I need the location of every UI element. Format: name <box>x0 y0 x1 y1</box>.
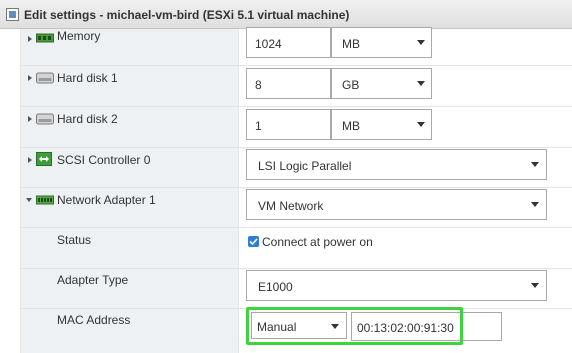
chevron-down-icon <box>530 279 540 289</box>
hard-disk-2-label-cell: Hard disk 2 <box>21 107 239 147</box>
network-adapter-label: Network Adapter 1 <box>57 193 156 207</box>
adapter-type-value: E1000 <box>258 280 293 294</box>
connect-at-power-on-label[interactable]: Connect at power on <box>262 235 373 249</box>
checkmark-icon <box>249 238 258 246</box>
chevron-down-icon <box>530 198 540 208</box>
hard-disk-2-label: Hard disk 2 <box>57 112 118 126</box>
network-value: VM Network <box>258 199 324 213</box>
mac-address-highlight <box>246 307 463 345</box>
expand-caret-icon[interactable] <box>25 72 35 82</box>
adapter-type-select[interactable]: E1000 <box>246 270 547 301</box>
adapter-type-label: Adapter Type <box>57 273 129 287</box>
settings-panel: Memory 1024 MB Hard disk 1 8 GB Hard dis… <box>20 27 572 353</box>
hard-disk-icon <box>36 113 54 128</box>
network-adapter-row: Network Adapter 1 VM Network <box>21 188 572 228</box>
adapter-type-label-cell: Adapter Type <box>21 269 239 308</box>
connect-at-power-on-checkbox[interactable] <box>248 236 259 247</box>
status-label-cell: Status <box>21 228 239 268</box>
title-bar: Edit settings - michael-vm-bird (ESXi 5.… <box>0 0 572 29</box>
network-adapter-icon <box>36 194 54 208</box>
scsi-type-value: LSI Logic Parallel <box>258 159 352 173</box>
hard-disk-1-row: Hard disk 1 8 GB <box>21 66 572 107</box>
scsi-controller-label: SCSI Controller 0 <box>57 153 151 167</box>
scsi-controller-row: SCSI Controller 0 LSI Logic Parallel <box>21 148 572 188</box>
hard-disk-1-label: Hard disk 1 <box>57 71 118 85</box>
hard-disk-1-size-value: 8 <box>255 78 262 92</box>
vm-settings-icon <box>6 8 19 24</box>
scsi-controller-label-cell: SCSI Controller 0 <box>21 148 239 187</box>
expand-caret-icon[interactable] <box>25 154 35 164</box>
expand-caret-icon[interactable] <box>25 113 35 123</box>
scsi-controller-icon <box>36 152 52 169</box>
chevron-down-icon <box>416 118 426 128</box>
memory-unit-select[interactable]: MB <box>331 27 432 58</box>
memory-size-value: 1024 <box>255 37 282 51</box>
chevron-down-icon <box>416 77 426 87</box>
memory-size-input[interactable]: 1024 <box>246 27 331 58</box>
memory-row: Memory 1024 MB <box>21 27 572 66</box>
hard-disk-2-unit-value: MB <box>342 119 360 133</box>
network-select[interactable]: VM Network <box>246 189 547 220</box>
window-title: Edit settings - michael-vm-bird (ESXi 5.… <box>24 8 350 22</box>
status-label: Status <box>57 233 92 247</box>
scsi-type-select[interactable]: LSI Logic Parallel <box>246 149 547 180</box>
hard-disk-1-label-cell: Hard disk 1 <box>21 66 239 106</box>
mac-address-label-cell: MAC Address <box>21 309 239 353</box>
chevron-down-icon <box>416 36 426 46</box>
memory-label-cell: Memory <box>21 29 239 65</box>
hard-disk-1-unit-select[interactable]: GB <box>331 68 432 99</box>
hard-disk-2-size-value: 1 <box>255 119 262 133</box>
expand-caret-icon[interactable] <box>25 33 35 43</box>
hard-disk-2-unit-select[interactable]: MB <box>331 109 432 140</box>
memory-icon <box>36 32 54 47</box>
mac-address-label: MAC Address <box>57 313 131 327</box>
hard-disk-1-size-input[interactable]: 8 <box>246 68 331 99</box>
collapse-caret-icon[interactable] <box>24 194 34 204</box>
status-row: Status Connect at power on <box>21 228 572 269</box>
memory-label: Memory <box>57 29 101 43</box>
chevron-down-icon <box>530 158 540 168</box>
hard-disk-icon <box>36 72 54 87</box>
hard-disk-2-row: Hard disk 2 1 MB <box>21 107 572 148</box>
adapter-type-row: Adapter Type E1000 <box>21 269 572 309</box>
hard-disk-2-size-input[interactable]: 1 <box>246 109 331 140</box>
network-adapter-label-cell: Network Adapter 1 <box>21 188 239 227</box>
memory-unit-value: MB <box>342 37 360 51</box>
hard-disk-1-unit-value: GB <box>342 78 360 92</box>
